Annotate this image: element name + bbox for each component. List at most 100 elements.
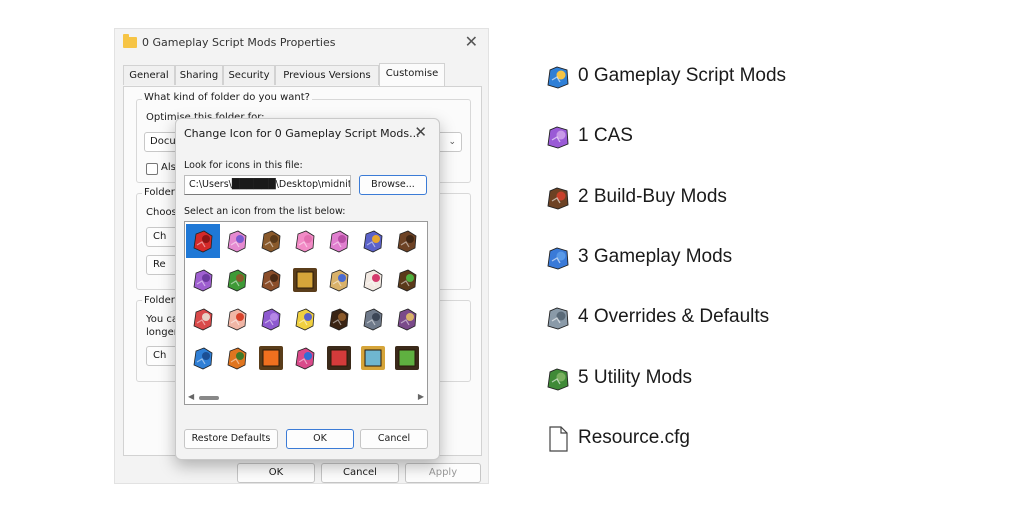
pink-paint-icon-graphic	[295, 230, 315, 253]
phone-icon-graphic	[295, 347, 315, 370]
gold-frame-icon[interactable]	[288, 263, 322, 297]
gnome-frame-icon[interactable]	[322, 341, 356, 375]
look-for-label: Look for icons in this file:	[184, 160, 303, 171]
pumpkin-icon[interactable]	[220, 341, 254, 375]
ticket-hand-icon-graphic	[193, 308, 213, 331]
close-icon[interactable]: ✕	[414, 123, 427, 141]
purple-sim-icon-graphic	[193, 269, 213, 292]
folder-type-heading: What kind of folder do you want?	[142, 92, 312, 103]
pink-animal-icon[interactable]	[322, 224, 356, 258]
blue-puzzle-icon[interactable]	[186, 341, 220, 375]
vanity-desk-icon-graphic	[397, 308, 417, 331]
ok-button[interactable]: OK	[237, 463, 315, 483]
wooden-desk-icon-graphic	[261, 230, 281, 253]
purple-hand-icon-graphic	[261, 308, 281, 331]
tools-icon[interactable]	[288, 302, 322, 336]
white-card-icon[interactable]	[220, 302, 254, 336]
scroll-right-icon[interactable]: ▶	[418, 392, 424, 401]
tools-icon-graphic	[295, 308, 315, 331]
purple-hand-icon[interactable]	[254, 302, 288, 336]
gnome-frame-icon-graphic	[327, 346, 351, 370]
cancel-button[interactable]: Cancel	[321, 463, 399, 483]
tab-security[interactable]: Security	[223, 65, 275, 85]
green-sprout-icon[interactable]	[390, 263, 424, 297]
horizontal-scrollbar[interactable]: ◀ ▶	[185, 391, 427, 404]
file-name: 0 Gameplay Script Mods	[578, 65, 787, 86]
frog-frame-icon[interactable]	[390, 341, 424, 375]
purple-hand-folder-icon	[547, 126, 569, 149]
gray-wolf-icon-graphic	[363, 308, 383, 331]
file-name: 4 Overrides & Defaults	[578, 306, 770, 328]
tab-general[interactable]: General	[123, 65, 175, 85]
horse-dark-icon-graphic	[329, 308, 349, 331]
portrait-frame-icon-graphic	[361, 346, 385, 370]
tab-previous-versions[interactable]: Previous Versions	[275, 65, 379, 85]
vanity-desk-icon[interactable]	[390, 302, 424, 336]
horse-dark-icon[interactable]	[322, 302, 356, 336]
select-icon-label: Select an icon from the list below:	[184, 206, 346, 217]
tan-table-icon-graphic	[329, 269, 349, 292]
apply-button[interactable]: Apply	[405, 463, 481, 483]
scroll-left-icon[interactable]: ◀	[188, 392, 194, 401]
tan-table-icon[interactable]	[322, 263, 356, 297]
purple-sim-icon[interactable]	[186, 263, 220, 297]
blue-puzzle-icon-graphic	[193, 347, 213, 370]
pink-dress-icon[interactable]	[220, 224, 254, 258]
green-trees-icon[interactable]	[220, 263, 254, 297]
ticket-hand-icon[interactable]	[186, 302, 220, 336]
dialog-ok-button[interactable]: OK	[286, 429, 354, 449]
red-puzzle-icon[interactable]	[186, 224, 220, 258]
close-icon[interactable]: ✕	[465, 32, 478, 51]
optimise-value: Docu	[150, 136, 176, 147]
dialog-cancel-button[interactable]: Cancel	[360, 429, 428, 449]
wrench-folder-icon	[547, 307, 569, 330]
folder-icons-heading: Folder	[142, 295, 177, 306]
file-name: 5 Utility Mods	[578, 366, 693, 388]
gold-frame-icon-graphic	[293, 268, 317, 292]
blue-toys-icon[interactable]	[356, 224, 390, 258]
wooden-desk-icon[interactable]	[254, 224, 288, 258]
white-alien-icon-graphic	[363, 269, 383, 292]
red-puzzle-icon-graphic	[193, 230, 213, 253]
scroll-thumb[interactable]	[199, 396, 219, 400]
folder-icon	[123, 34, 137, 48]
fire-frame-icon-graphic	[259, 346, 283, 370]
white-card-icon-graphic	[227, 308, 247, 331]
change-icon-dialog: Change Icon for 0 Gameplay Script Mods..…	[175, 118, 440, 460]
green-plants-folder-icon	[547, 368, 569, 390]
blue-toys-icon-graphic	[363, 230, 383, 253]
frog-frame-icon-graphic	[395, 346, 419, 370]
pumpkin-icon-graphic	[227, 347, 247, 370]
pink-dress-icon-graphic	[227, 230, 247, 253]
file-name: Resource.cfg	[578, 426, 690, 448]
gray-wolf-icon[interactable]	[356, 302, 390, 336]
brown-dog-icon[interactable]	[254, 263, 288, 297]
restore-defaults-button[interactable]: Restore Defaults	[184, 429, 278, 449]
icon-file-path-input[interactable]: C:\Users\██████\Desktop\midnitetech	[184, 175, 351, 195]
brown-horse-icon-graphic	[397, 230, 417, 253]
dialog-title: Change Icon for 0 Gameplay Script Mods..…	[184, 127, 420, 140]
file-name: 2 Build-Buy Mods	[578, 185, 727, 207]
brown-horse-icon[interactable]	[390, 224, 424, 258]
fire-frame-icon[interactable]	[254, 341, 288, 375]
icon-list[interactable]: ◀ ▶	[184, 221, 428, 405]
white-alien-icon[interactable]	[356, 263, 390, 297]
phone-icon[interactable]	[288, 341, 322, 375]
folder-icons-text: You ca	[146, 314, 179, 325]
title-bar: 0 Gameplay Script Mods Properties ✕	[115, 29, 488, 59]
tab-sharing[interactable]: Sharing	[175, 65, 223, 85]
pink-animal-icon-graphic	[329, 230, 349, 253]
blue-gamepad-folder-icon	[547, 247, 569, 270]
portrait-frame-icon[interactable]	[356, 341, 390, 375]
pink-paint-icon[interactable]	[288, 224, 322, 258]
also-apply-checkbox[interactable]	[146, 163, 158, 175]
tab-customise[interactable]: Customise	[379, 63, 445, 86]
browse-button[interactable]: Browse...	[359, 175, 427, 195]
green-sprout-icon-graphic	[397, 269, 417, 292]
window-title: 0 Gameplay Script Mods Properties	[142, 36, 336, 49]
document-file-icon	[549, 426, 568, 452]
landscape-frame-icon[interactable]	[424, 263, 427, 297]
chevron-down-icon: ⌄	[448, 137, 456, 147]
file-name: 1 CAS	[578, 125, 633, 147]
folder-icons-text-2: longer	[146, 327, 178, 338]
